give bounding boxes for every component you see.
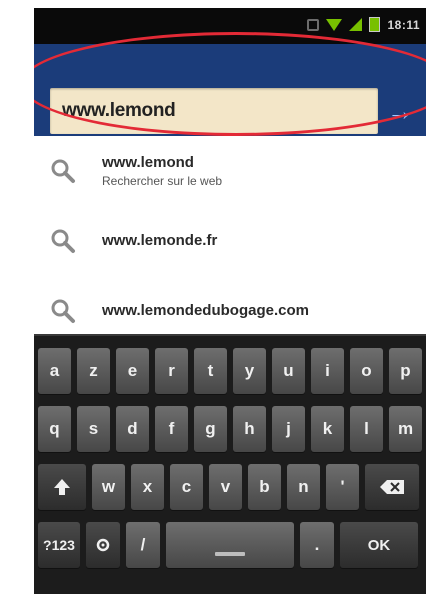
key-s[interactable]: s xyxy=(77,406,110,452)
suggestion-subtitle: Rechercher sur le web xyxy=(102,174,223,188)
wifi-icon xyxy=(326,18,343,31)
status-icons: 18:11 xyxy=(307,17,420,32)
key-w[interactable]: w xyxy=(92,464,125,510)
key-r[interactable]: r xyxy=(155,348,188,394)
status-time: 18:11 xyxy=(387,17,420,32)
phone-screen: 18:11 www.lemond → www.lemond Rechercher… xyxy=(34,8,426,594)
suggestion-title: www.lemonde.fr xyxy=(102,232,218,249)
dot-key[interactable]: . xyxy=(300,522,334,568)
search-icon xyxy=(51,229,75,253)
key-y[interactable]: y xyxy=(233,348,266,394)
suggestion-text: www.lemonde.fr xyxy=(102,232,217,250)
mode-key[interactable]: ?123 xyxy=(38,522,80,568)
suggestion-text: www.lemondedubogage.com xyxy=(102,302,309,320)
key-h[interactable]: h xyxy=(233,406,266,452)
shift-key[interactable] xyxy=(38,464,86,510)
key-e[interactable]: e xyxy=(116,348,149,394)
gear-icon xyxy=(96,538,110,552)
key-i[interactable]: i xyxy=(311,348,344,394)
keyboard-row-1: a z e r t y u i o p xyxy=(38,348,422,394)
battery-icon xyxy=(369,17,381,32)
backspace-key[interactable] xyxy=(365,464,419,510)
suggestion-item[interactable]: www.lemond Rechercher sur le web xyxy=(34,136,426,206)
key-v[interactable]: v xyxy=(209,464,242,510)
key-t[interactable]: t xyxy=(194,348,227,394)
key-k[interactable]: k xyxy=(311,406,344,452)
key-b[interactable]: b xyxy=(248,464,281,510)
ok-key[interactable]: OK xyxy=(340,522,418,568)
key-z[interactable]: z xyxy=(77,348,110,394)
usb-icon xyxy=(307,18,320,31)
suggestion-title: www.lemondedubogage.com xyxy=(102,302,309,319)
key-l[interactable]: l xyxy=(350,406,383,452)
shift-up-arrow-icon xyxy=(54,479,70,495)
key-u[interactable]: u xyxy=(272,348,305,394)
search-icon xyxy=(51,159,75,183)
backspace-icon xyxy=(380,480,404,494)
key-m[interactable]: m xyxy=(389,406,422,452)
signal-icon xyxy=(349,18,363,31)
key-n[interactable]: n xyxy=(287,464,320,510)
key-j[interactable]: j xyxy=(272,406,305,452)
key-c[interactable]: c xyxy=(170,464,203,510)
suggestion-item[interactable]: www.lemonde.fr xyxy=(34,206,426,276)
key-apostrophe[interactable]: ' xyxy=(326,464,359,510)
key-p[interactable]: p xyxy=(389,348,422,394)
soft-keyboard: a z e r t y u i o p q s d f g h j k l m xyxy=(34,334,426,594)
space-bar-line xyxy=(215,552,245,556)
key-o[interactable]: o xyxy=(350,348,383,394)
suggestion-text: www.lemond Rechercher sur le web xyxy=(102,154,222,188)
suggestion-list: www.lemond Rechercher sur le web www.lem… xyxy=(34,136,426,346)
keyboard-row-3: w x c v b n ' xyxy=(38,464,419,510)
settings-key[interactable] xyxy=(86,522,120,568)
keyboard-row-4: ?123 / . OK xyxy=(38,522,418,568)
key-f[interactable]: f xyxy=(155,406,188,452)
space-key[interactable] xyxy=(166,522,294,568)
key-a[interactable]: a xyxy=(38,348,71,394)
slash-key[interactable]: / xyxy=(126,522,160,568)
highlight-ellipse xyxy=(34,32,426,136)
key-x[interactable]: x xyxy=(131,464,164,510)
key-d[interactable]: d xyxy=(116,406,149,452)
key-q[interactable]: q xyxy=(38,406,71,452)
keyboard-row-2: q s d f g h j k l m xyxy=(38,406,422,452)
key-g[interactable]: g xyxy=(194,406,227,452)
suggestion-title: www.lemond xyxy=(102,154,194,171)
search-icon xyxy=(51,299,75,323)
